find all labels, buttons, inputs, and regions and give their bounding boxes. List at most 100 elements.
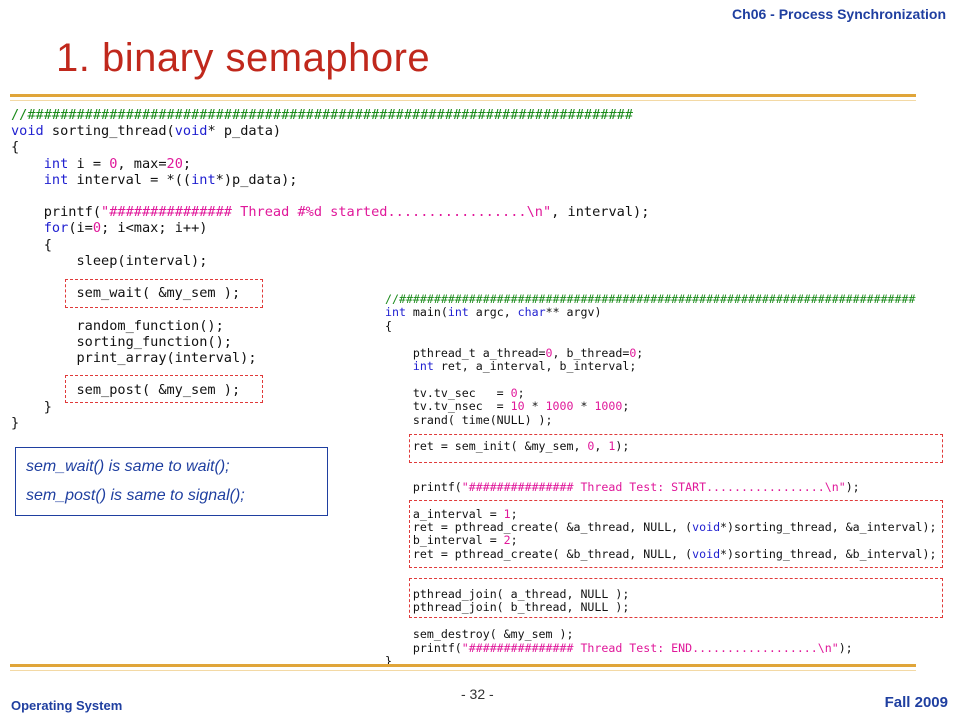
code-token-num: 0: [545, 345, 553, 360]
code-line: printf("############### Thread #%d start…: [11, 204, 650, 221]
code-token-plain: printf(: [11, 204, 102, 221]
code-token-comment: //######################################…: [11, 107, 633, 123]
code-token-plain: sleep(interval);: [11, 252, 208, 269]
code-token-plain: sorting_function();: [11, 333, 232, 350]
code-token-plain: printf(: [385, 640, 462, 655]
code-line: tv.tv_nsec = 10 * 1000 * 1000;: [385, 400, 936, 413]
page-number: - 32 -: [461, 686, 494, 702]
code-token-plain: *)p_data);: [215, 171, 298, 188]
code-token-kw: int: [447, 305, 469, 320]
code-token-plain: i =: [68, 155, 110, 172]
code-line: tv.tv_sec = 0;: [385, 385, 936, 400]
footer-rule-thin: [10, 670, 916, 671]
code-line: srand( time(NULL) );: [385, 412, 936, 427]
code-token-plain: , b_thread=: [552, 345, 630, 360]
code-token-kw: int: [385, 305, 406, 320]
note-box: sem_wait() is same to wait(); sem_post()…: [15, 447, 328, 516]
code-token-kw: int: [43, 155, 69, 172]
title-rule: [10, 94, 916, 97]
code-token-num: 0: [92, 220, 102, 237]
code-line: {: [11, 139, 649, 155]
code-token-plain: ret, a_interval, b_interval;: [433, 359, 637, 374]
code-token-plain: }: [11, 398, 52, 415]
code-token-plain: ** argv): [545, 305, 602, 320]
code-line: int main(int argc, char** argv): [385, 306, 936, 319]
code-token-kw: int: [412, 359, 434, 374]
code-token-plain: ;: [517, 385, 525, 400]
code-token-str: "############### Thread #%d started.....…: [101, 204, 552, 221]
code-token-plain: }: [11, 414, 20, 431]
code-token-plain: interval = *((: [68, 171, 192, 188]
code-token-plain: sorting_thread(: [43, 123, 175, 140]
code-token-plain: srand( time(NULL) );: [385, 412, 553, 427]
code-token-plain: print_array(interval);: [11, 350, 257, 367]
code-line: int interval = *((int*)p_data);: [11, 172, 649, 188]
code-token-plain: pthread_t a_thread=: [385, 345, 546, 360]
code-token-plain: {: [385, 318, 392, 333]
code-token-kw: char: [517, 305, 546, 320]
code-line: //######################################…: [11, 107, 649, 123]
code-token-plain: argc,: [468, 305, 518, 320]
code-token-plain: printf(: [385, 479, 462, 494]
sem-wait-highlight-box: [65, 279, 263, 308]
code-token-num: 1000: [545, 399, 574, 414]
note-line-signal: sem_post() is same to signal();: [26, 487, 245, 504]
sem-post-highlight-box: [65, 375, 263, 403]
code-token-plain: tv.tv_nsec =: [385, 399, 511, 414]
code-line: int i = 0, max=20;: [11, 156, 649, 172]
code-line: pthread_t a_thread=0, b_thread=0;: [385, 345, 936, 360]
code-token-num: 1000: [594, 399, 623, 414]
slide-title: 1. binary semaphore: [56, 36, 431, 80]
sem-init-highlight-box: [409, 434, 943, 463]
code-line: for(i=0; i<max; i++): [11, 220, 649, 236]
code-line: sleep(interval);: [11, 253, 649, 269]
pthread-create-highlight-box: [409, 500, 943, 568]
footer-course: Operating System: [11, 698, 123, 713]
code-token-kw: void: [11, 123, 44, 140]
code-line: sem_destroy( &my_sem );: [385, 627, 936, 642]
code-line: [385, 467, 936, 480]
code-token-kw: void: [174, 123, 208, 140]
code-token-plain: main(: [405, 305, 448, 320]
code-line: [385, 373, 936, 386]
code-token-plain: sem_destroy( &my_sem );: [385, 627, 574, 642]
code-token-plain: , interval);: [551, 204, 650, 221]
code-token-plain: );: [845, 479, 860, 494]
code-token-plain: * p_data): [207, 123, 282, 140]
footer-rule: [10, 664, 916, 667]
code-line: printf("############### Thread Test: STA…: [385, 479, 936, 494]
code-line: void sorting_thread(void* p_data): [11, 123, 649, 139]
code-line: printf("############### Thread Test: END…: [385, 640, 936, 655]
code-token-plain: (i=: [68, 220, 93, 237]
code-token-plain: ;: [636, 345, 644, 360]
code-token-plain: random_function();: [11, 317, 224, 334]
code-token-comment: //######################################…: [385, 292, 916, 306]
code-token-plain: tv.tv_sec =: [385, 385, 511, 400]
code-token-kw: for: [43, 220, 69, 237]
code-line: int ret, a_interval, b_interval;: [385, 359, 936, 374]
code-token-plain: ; i<max; i++): [101, 220, 208, 237]
code-token-plain: *: [573, 399, 595, 414]
code-token-plain: ;: [622, 399, 630, 414]
code-token-num: 20: [166, 155, 183, 172]
code-token-num: 10: [510, 399, 525, 414]
code-token-plain: ;: [182, 155, 192, 172]
title-rule-thin: [10, 100, 916, 101]
code-line: [385, 333, 936, 346]
note-line-wait: sem_wait() is same to wait();: [26, 458, 230, 475]
code-token-plain: , max=: [117, 155, 167, 172]
